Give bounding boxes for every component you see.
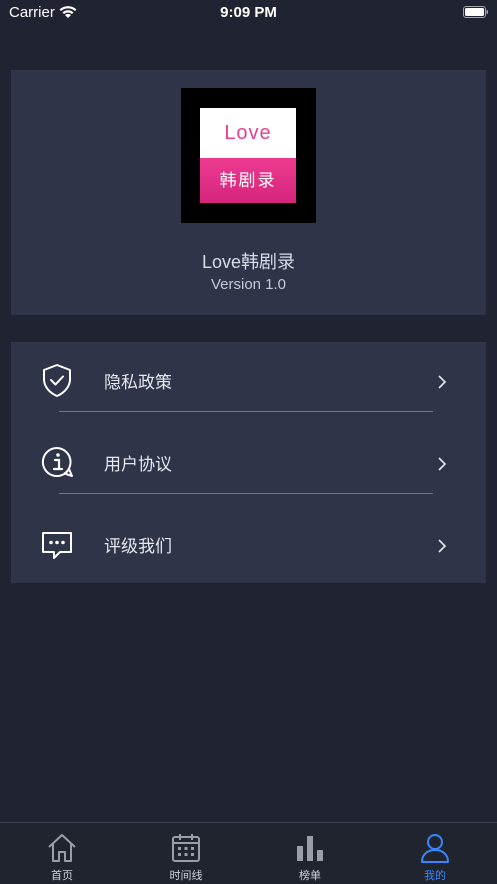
tab-label: 首页 (51, 870, 73, 882)
chevron-right-icon (438, 457, 447, 471)
tab-home[interactable]: 首页 (0, 823, 124, 884)
menu-item-privacy-policy[interactable]: 隐私政策 (11, 342, 486, 422)
menu-item-user-agreement[interactable]: 用户协议 (11, 424, 486, 504)
tab-label: 榜单 (299, 870, 321, 882)
tab-label: 时间线 (169, 870, 203, 882)
menu-item-label: 评级我们 (104, 537, 172, 556)
status-bar: Carrier 9:09 PM (0, 0, 497, 26)
app-version: Version 1.0 (210, 276, 287, 293)
bar-chart-icon (297, 836, 323, 861)
calendar-icon (172, 834, 200, 862)
info-bubble-icon (41, 446, 73, 477)
menu-item-label: 用户协议 (104, 455, 172, 474)
tab-label: 我的 (424, 870, 446, 882)
app-name: Love韩剧录 (201, 252, 296, 272)
shield-check-icon (43, 364, 71, 397)
chat-dots-icon (42, 532, 72, 559)
tab-timeline[interactable]: 时间线 (124, 823, 248, 884)
logo-title-text: 韩剧录 (200, 158, 296, 203)
app-logo: Love 韩剧录 (181, 88, 316, 223)
home-icon (48, 834, 76, 862)
chevron-right-icon (438, 375, 447, 389)
chevron-right-icon (438, 539, 447, 553)
status-time: 9:09 PM (220, 4, 277, 21)
tab-mine[interactable]: 我的 (373, 823, 497, 884)
tab-ranking[interactable]: 榜单 (248, 823, 372, 884)
user-icon (421, 834, 449, 863)
tab-bar: 首页 时间线 榜单 我的 (0, 822, 497, 884)
app-info-card: Love 韩剧录 Love韩剧录 Version 1.0 (11, 70, 486, 315)
divider (59, 411, 433, 412)
menu-item-rate-us[interactable]: 评级我们 (11, 506, 486, 586)
menu-item-label: 隐私政策 (104, 373, 172, 392)
battery-icon (463, 6, 488, 18)
settings-menu: 隐私政策 用户协议 评级我们 (11, 342, 486, 583)
divider (59, 493, 433, 494)
logo-love-text: Love (200, 108, 296, 158)
